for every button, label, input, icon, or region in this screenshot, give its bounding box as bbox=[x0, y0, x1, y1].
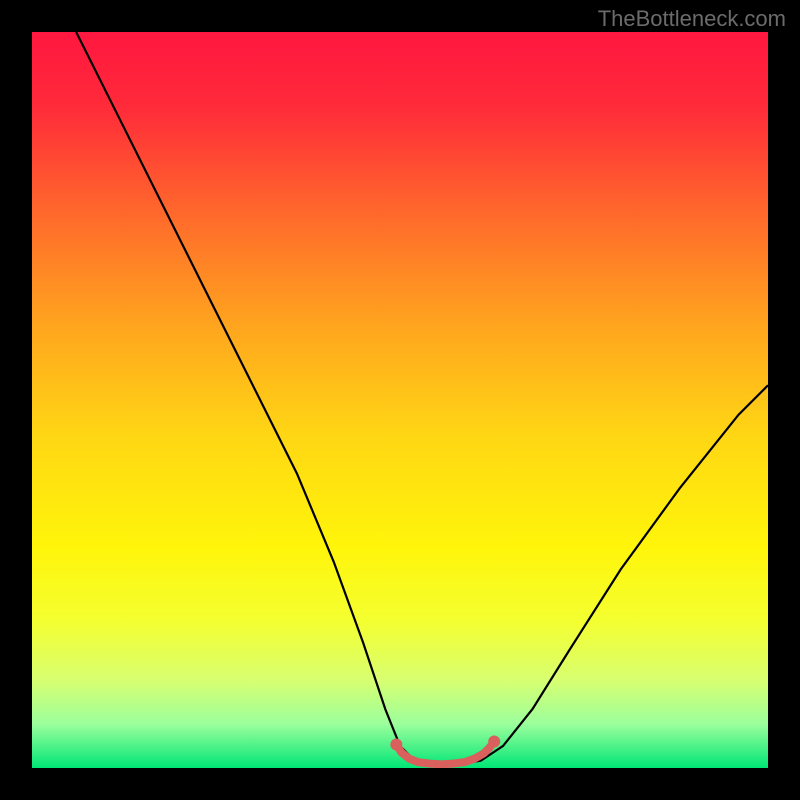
bottleneck-chart bbox=[32, 32, 768, 768]
optimal-endpoint bbox=[488, 736, 500, 748]
watermark-text: TheBottleneck.com bbox=[598, 6, 786, 32]
optimal-endpoint bbox=[390, 738, 402, 750]
chart-background bbox=[32, 32, 768, 768]
chart-svg bbox=[32, 32, 768, 768]
